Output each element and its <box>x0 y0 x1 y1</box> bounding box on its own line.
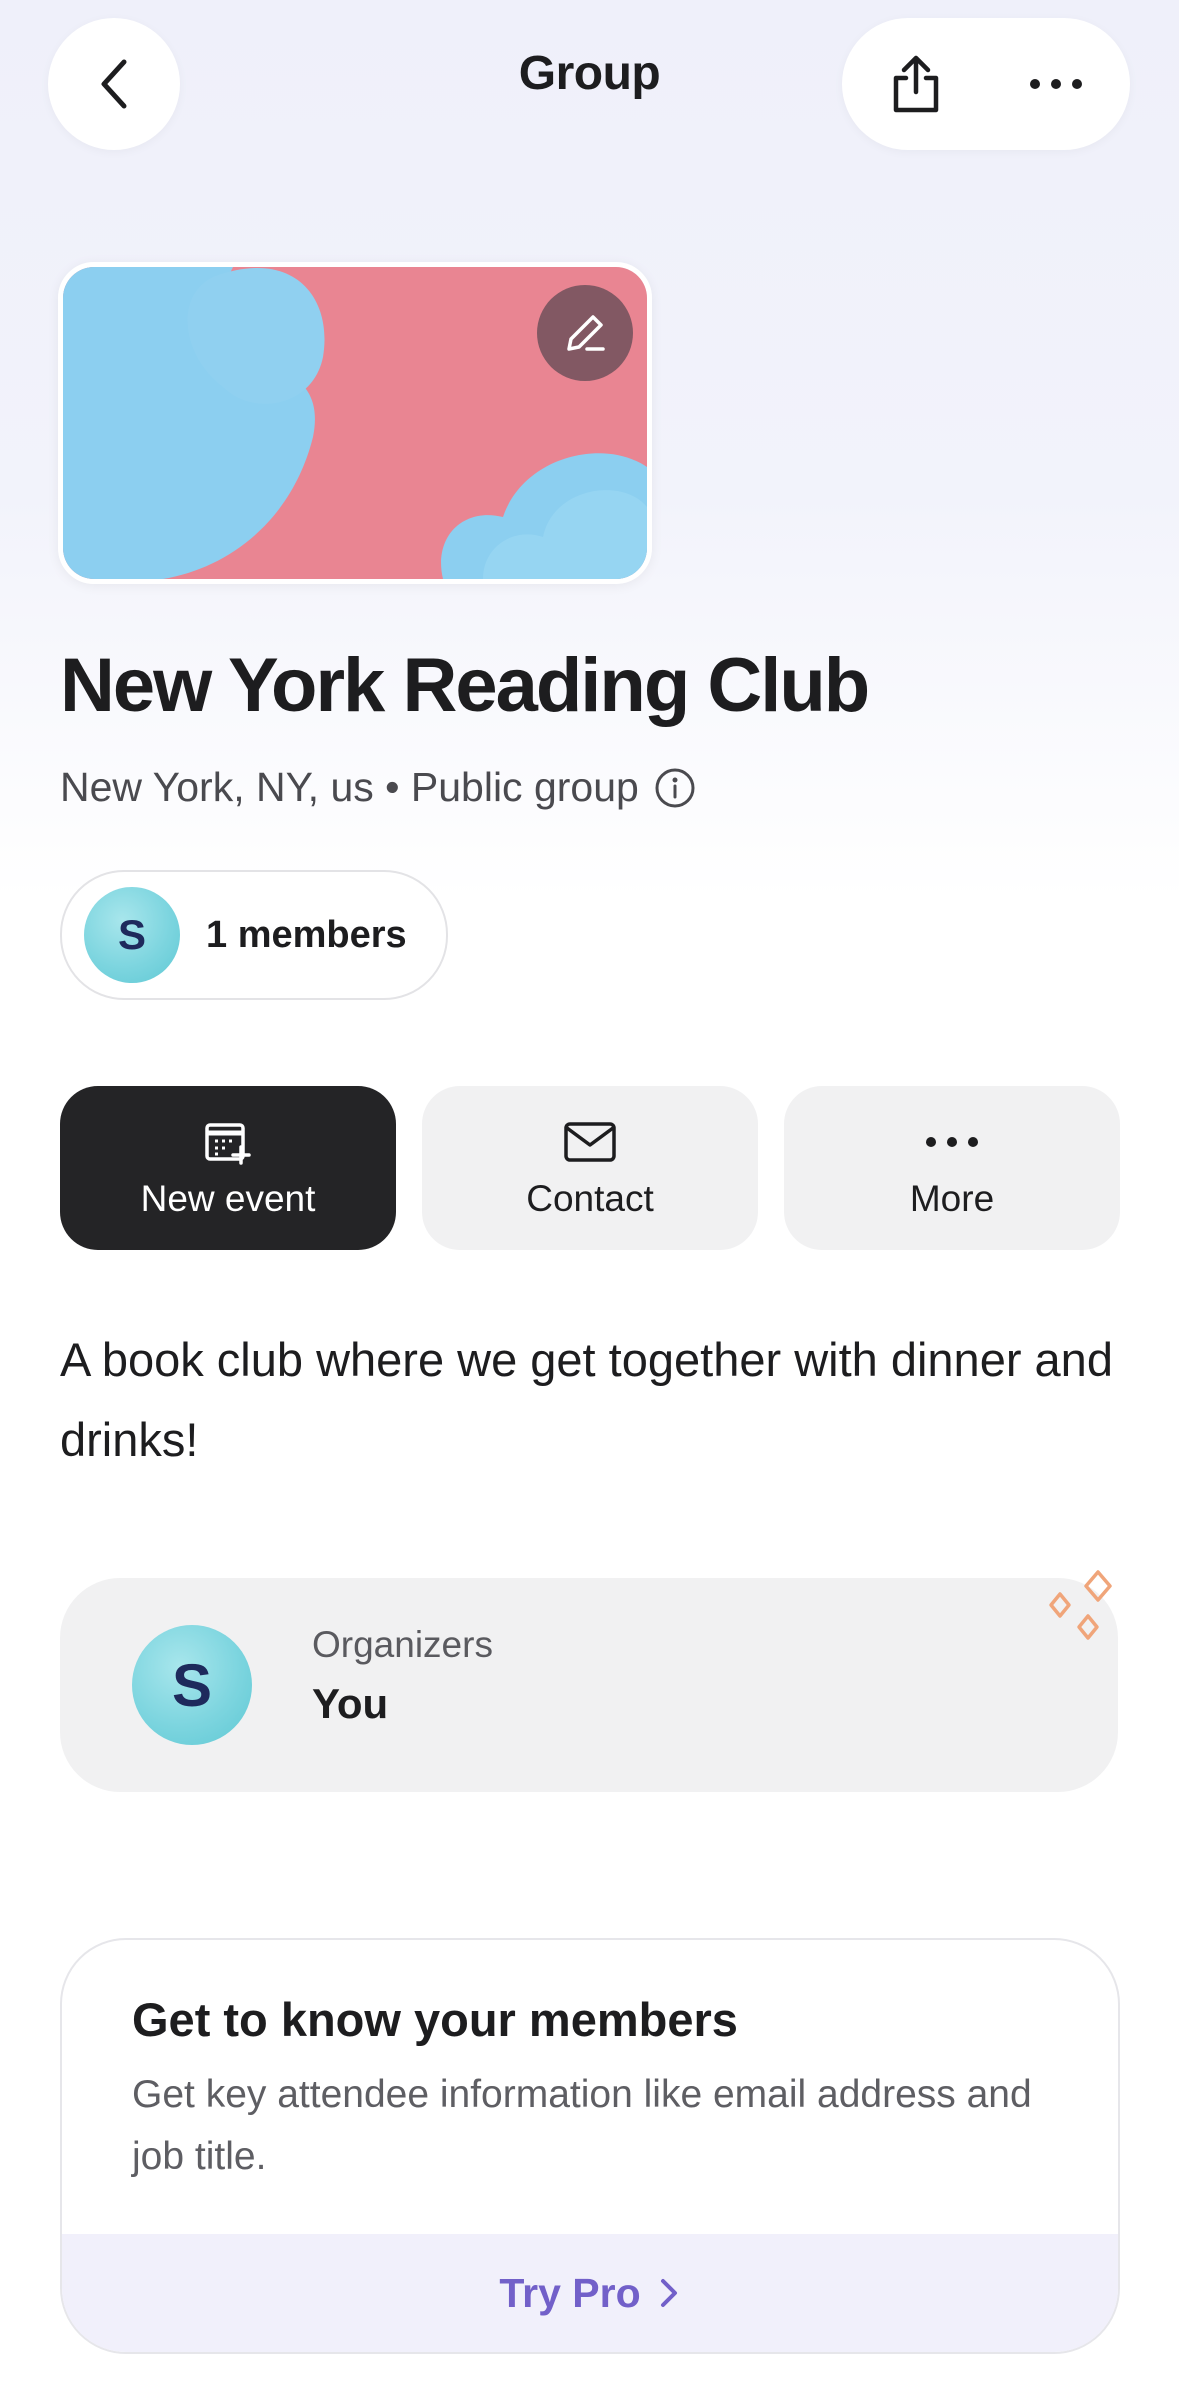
top-bar: Group <box>0 0 1179 160</box>
sparkle-icon <box>1049 1570 1112 1640</box>
promo-text: Get key attendee information like email … <box>132 2073 1032 2178</box>
more-dots-icon <box>926 1137 978 1147</box>
promo-title: Get to know your members <box>132 1993 738 2046</box>
organizer-name: You <box>312 1680 389 1727</box>
edit-cover-button[interactable] <box>537 285 633 381</box>
group-name: New York Reading Club <box>60 643 870 728</box>
group-location-visibility: New York, NY, us • Public group <box>60 764 639 810</box>
try-pro-label: Try Pro <box>499 2269 641 2316</box>
contact-label: Contact <box>526 1178 654 1219</box>
members-count: 1 members <box>206 913 407 956</box>
group-meta: New York, NY, us • Public group <box>60 764 697 811</box>
share-icon <box>893 55 939 113</box>
group-description: A book club where we get together with d… <box>60 1333 1113 1466</box>
try-pro-button[interactable]: Try Pro <box>62 2234 1118 2352</box>
more-horizontal-icon <box>1030 79 1082 89</box>
more-button[interactable]: More <box>784 1086 1120 1250</box>
pro-promo-card: Get to know your members Get key attende… <box>60 1938 1120 2354</box>
chevron-right-icon <box>660 2279 677 2307</box>
calendar-plus-icon <box>205 1123 251 1165</box>
action-buttons: New event Contact More <box>60 1086 1120 1250</box>
more-options-button[interactable] <box>990 18 1122 150</box>
info-icon[interactable] <box>653 766 697 810</box>
new-event-button[interactable]: New event <box>60 1086 396 1250</box>
new-event-label: New event <box>140 1178 316 1219</box>
group-cover-image <box>58 262 652 584</box>
header-actions <box>842 18 1130 150</box>
organizer-avatar: S <box>132 1625 252 1745</box>
envelope-icon <box>564 1122 616 1162</box>
organizers-label: Organizers <box>312 1624 493 1665</box>
share-button[interactable] <box>850 18 982 150</box>
contact-button[interactable]: Contact <box>422 1086 758 1250</box>
avatar: S <box>84 887 180 983</box>
organizers-card[interactable]: S Organizers You <box>60 1570 1118 1792</box>
members-button[interactable]: S 1 members <box>60 870 448 1000</box>
more-label: More <box>909 1178 995 1219</box>
pencil-icon <box>567 315 605 351</box>
